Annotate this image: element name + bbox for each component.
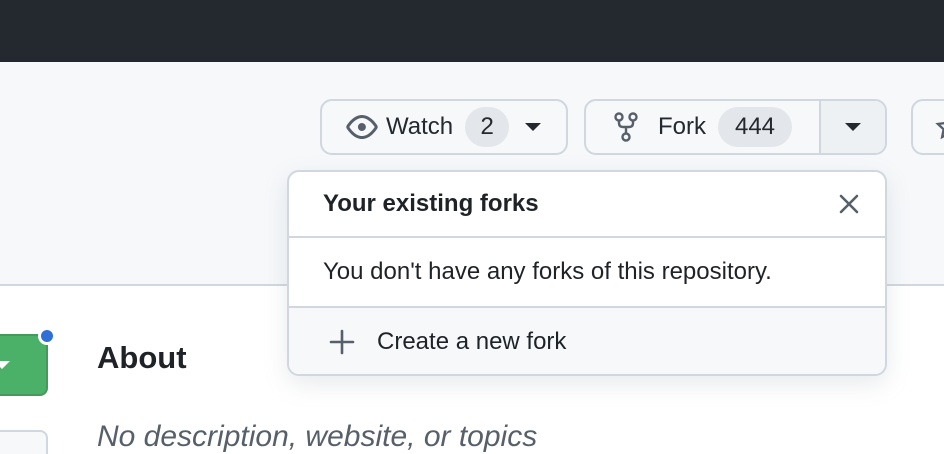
fork-count: 444	[718, 107, 792, 147]
repo-forked-icon	[612, 112, 640, 142]
caret-down-icon	[845, 123, 861, 131]
global-header	[0, 0, 944, 62]
watch-button[interactable]: Watch 2	[320, 99, 568, 155]
page: Watch 2 Fork 444 About No description, w…	[0, 0, 944, 454]
fork-popover: Your existing forks You don't have any f…	[287, 170, 887, 376]
popover-message: You don't have any forks of this reposit…	[289, 238, 885, 308]
star-icon	[935, 113, 944, 146]
fork-dropdown-toggle[interactable]	[821, 101, 885, 153]
popover-header: Your existing forks	[289, 172, 885, 238]
about-description: No description, website, or topics	[97, 420, 538, 453]
fork-button-group: Fork 444	[584, 99, 887, 155]
about-heading: About	[97, 340, 187, 375]
caret-down-icon	[0, 361, 10, 369]
popover-title: Your existing forks	[323, 190, 539, 217]
plus-icon	[329, 329, 355, 355]
fork-label: Fork	[658, 113, 706, 140]
secondary-button[interactable]	[0, 430, 48, 454]
fork-button[interactable]: Fork 444	[586, 101, 821, 153]
close-icon[interactable]	[833, 188, 865, 220]
eye-icon	[346, 111, 378, 143]
caret-down-icon	[525, 123, 542, 131]
watch-label: Watch	[386, 113, 454, 140]
notification-dot	[38, 327, 56, 345]
create-fork-label: Create a new fork	[377, 328, 567, 355]
star-button[interactable]	[911, 99, 944, 155]
watch-count: 2	[465, 107, 510, 147]
create-fork-item[interactable]: Create a new fork	[289, 308, 885, 374]
